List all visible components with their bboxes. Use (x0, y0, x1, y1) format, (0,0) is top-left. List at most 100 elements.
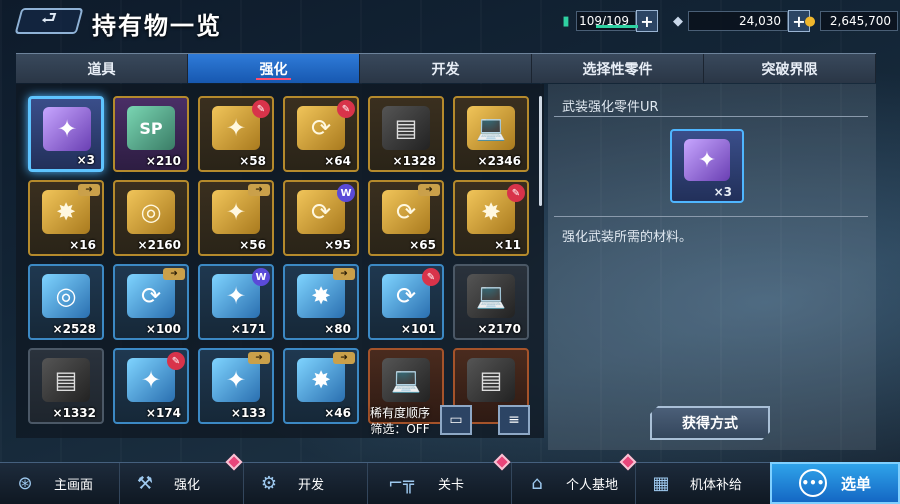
menu-button[interactable]: ••• 选单 (770, 462, 900, 504)
item-cell[interactable]: ⟳ ✎ ×101 (368, 264, 444, 340)
coin-value: 2,645,700 (829, 14, 891, 28)
divider (554, 116, 868, 117)
type-badge: ➜ (333, 268, 355, 280)
crystal-value: 24,030 (739, 14, 781, 28)
part-icon: ✸ (297, 274, 345, 318)
item-cell[interactable]: ▤ ×1328 (368, 96, 444, 172)
sort-lines-icon: ≡ (508, 412, 520, 428)
tab-optional-parts[interactable]: 选择性零件 (532, 54, 704, 83)
attribute-badge: ✎ (422, 268, 440, 286)
divider (554, 216, 868, 217)
nav-enhance[interactable]: ⚒ 强化 (120, 453, 244, 504)
item-cell[interactable]: ✦ W ×171 (198, 264, 274, 340)
item-cell[interactable]: ◎ ×2160 (113, 180, 189, 256)
back-button[interactable]: ⮐ (14, 8, 84, 34)
type-badge: ➜ (333, 352, 355, 364)
sort-button[interactable]: ≡ (498, 405, 530, 435)
back-arrow-icon: ⮐ (40, 8, 58, 29)
gear-part-icon: ⟳ (127, 274, 175, 318)
item-cell[interactable]: ✦ ✎ ×174 (113, 348, 189, 424)
disk-stack-icon: ◎ (127, 190, 175, 234)
item-cell[interactable]: ◎ ×2528 (28, 264, 104, 340)
battery-icon: ▮ (562, 13, 570, 29)
nav-supply[interactable]: ▦ 机体补给 (636, 463, 770, 504)
part-icon: ✸ (42, 190, 90, 234)
attribute-badge: ✎ (507, 184, 525, 202)
filter-button[interactable]: ▭ (440, 405, 472, 435)
item-cell[interactable]: 💻 ×2170 (453, 264, 529, 340)
nav-label: 强化 (174, 478, 201, 493)
item-cell[interactable]: ⟳ ➜ ×100 (113, 264, 189, 340)
nav-label: 开发 (298, 478, 325, 493)
nav-home[interactable]: ⊛ 主画面 (0, 463, 120, 504)
sort-status: 稀有度顺序 筛选：OFF (360, 405, 440, 437)
sp-token-icon: SP (127, 106, 175, 150)
card-view-icon: ▭ (449, 412, 463, 428)
attribute-badge: ✎ (252, 100, 270, 118)
obtain-method-button[interactable]: 获得方式 (650, 406, 770, 440)
disk-stack-icon: ◎ (42, 274, 90, 318)
attribute-badge: ✎ (167, 352, 185, 370)
attribute-badge: W (252, 268, 270, 286)
item-cell[interactable]: ✸ ➜ ×80 (283, 264, 359, 340)
home-logo-icon: ⊛ (17, 473, 33, 494)
type-badge: ➜ (418, 184, 440, 196)
item-description: 强化武装所需的材料。 (562, 230, 693, 245)
nav-label: 关卡 (438, 478, 465, 493)
part-icon: ✦ (212, 358, 260, 402)
item-cell[interactable]: ✸ ➜ ×46 (283, 348, 359, 424)
gun-icon: ⌐╦ (388, 473, 414, 494)
nav-develop[interactable]: ⚙ 开发 (244, 463, 368, 504)
coin-icon: ● (804, 13, 816, 29)
tab-enhance[interactable]: 强化 (188, 54, 360, 83)
nav-base[interactable]: ⌂ 个人基地 (512, 453, 637, 504)
tab-limit-break[interactable]: 突破界限 (704, 54, 876, 83)
nav-label: 个人基地 (566, 478, 619, 493)
item-cell[interactable]: ✦ ➜ ×133 (198, 348, 274, 424)
item-cell[interactable]: ✦ ✎ ×58 (198, 96, 274, 172)
nav-stages[interactable]: ⌐╦ 关卡 (368, 453, 512, 504)
base-icon: ⌂ (531, 473, 543, 494)
laptop-icon: 💻 (382, 358, 430, 402)
chip-card-icon: ▤ (467, 358, 515, 402)
laptop-icon: 💻 (467, 274, 515, 318)
chip-card-icon: ▤ (382, 106, 430, 150)
type-badge: ➜ (248, 352, 270, 364)
item-name: 武装强化零件UR (562, 100, 659, 115)
bottom-nav: ⊛ 主画面 ⚒ 强化 ⚙ 开发 ⌐╦ 关卡 ⌂ 个人基地 ▦ 机体补给 (0, 453, 900, 504)
item-grid: ✦ ×3 SP ×210 ✦ ✎ ×58 ⟳ ✎ ×64 ▤ ×1328 💻 ×2346 ✸ ➜ ×… (16, 84, 544, 438)
item-cell[interactable]: 💻 ×2346 (453, 96, 529, 172)
sort-order-label: 稀有度顺序 (369, 406, 430, 420)
energy-bar (596, 25, 638, 28)
tab-items[interactable]: 道具 (16, 54, 188, 83)
item-preview: ✦ ×3 (670, 129, 744, 203)
item-cell[interactable]: ⟳ ➜ ×65 (368, 180, 444, 256)
coin-resource: ● 2,645,700 (800, 10, 898, 32)
blueprint-icon: ⚙ (260, 473, 278, 494)
item-cell[interactable]: ✸ ➜ ×16 (28, 180, 104, 256)
item-cell[interactable]: ✦ ×3 (28, 96, 104, 172)
item-cell[interactable]: ✦ ➜ ×56 (198, 180, 274, 256)
crystal-resource: ◆ 24,030 + (668, 10, 810, 32)
item-cell[interactable]: ⟳ ✎ ×64 (283, 96, 359, 172)
item-cell[interactable]: ✸ ✎ ×11 (453, 180, 529, 256)
add-energy-button[interactable]: + (636, 10, 658, 32)
item-cell[interactable]: ⟳ W ×95 (283, 180, 359, 256)
wrench-icon: ⚒ (136, 473, 154, 494)
part-icon: ✦ (212, 190, 260, 234)
nav-label: 主画面 (54, 478, 94, 493)
attribute-badge: W (337, 184, 355, 202)
attribute-badge: ✎ (337, 100, 355, 118)
page-title: 持有物一览 (92, 12, 222, 40)
part-icon: ✦ (684, 139, 730, 181)
grid-scrollbar[interactable] (539, 96, 542, 206)
category-tabs: 道具 强化 开发 选择性零件 突破界限 (16, 53, 876, 83)
crystal-icon: ◆ (673, 13, 683, 29)
filter-label: 筛选：OFF (370, 422, 430, 436)
item-cell[interactable]: ▤ ×1332 (28, 348, 104, 424)
part-icon: ✸ (297, 358, 345, 402)
item-cell[interactable]: SP ×210 (113, 96, 189, 172)
part-icon: ✦ (43, 107, 91, 151)
tab-develop[interactable]: 开发 (360, 54, 532, 83)
laptop-icon: 💻 (467, 106, 515, 150)
